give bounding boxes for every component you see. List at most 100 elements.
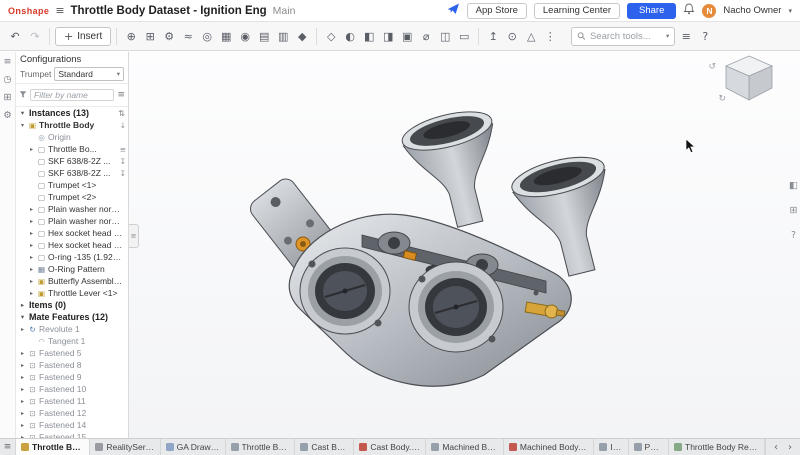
search-caret-icon[interactable]: ▾ bbox=[666, 32, 669, 40]
document-tab[interactable]: Machined Body.pdf bbox=[504, 439, 594, 455]
expand-icon[interactable]: ▸ bbox=[28, 242, 35, 249]
linear-pattern-icon[interactable]: ▦ bbox=[217, 27, 235, 45]
panel-collapse-handle[interactable]: ≡ bbox=[129, 224, 139, 248]
right-dock-expand-icon[interactable]: ◧ bbox=[789, 180, 798, 191]
instance-row[interactable]: ◎ Origin bbox=[16, 131, 128, 143]
mate-feature-row[interactable]: ▸ ⊡ Fastened 8 bbox=[16, 359, 128, 371]
expand-icon[interactable]: ▸ bbox=[19, 326, 26, 333]
viewport-3d[interactable]: ↺ ↻ ≡ ◧ ⊞? bbox=[129, 52, 800, 438]
instance-row[interactable]: ▸ ▦ O-Ring Pattern bbox=[16, 263, 128, 275]
notifications-bell-icon[interactable] bbox=[683, 2, 695, 20]
interference-icon[interactable]: ◫ bbox=[436, 27, 454, 45]
expand-icon[interactable]: ▸ bbox=[19, 410, 26, 417]
document-tab[interactable]: Throttle Body bbox=[16, 439, 90, 455]
share-button[interactable]: Share bbox=[627, 3, 676, 19]
document-tab[interactable]: Parts bbox=[629, 439, 669, 455]
rotate-right-icon[interactable]: ↻ bbox=[718, 94, 726, 104]
instance-row[interactable]: ▢ Trumpet <2> bbox=[16, 191, 128, 203]
user-avatar[interactable]: N bbox=[702, 4, 716, 18]
help-icon[interactable]: ? bbox=[696, 27, 714, 45]
throttle-body-model[interactable] bbox=[244, 97, 684, 437]
user-name[interactable]: Nacho Owner bbox=[723, 5, 781, 16]
sheet-metal-icon[interactable]: ▭ bbox=[455, 27, 473, 45]
instance-suffix-icon[interactable]: ↧ bbox=[120, 157, 128, 166]
expand-icon[interactable]: ▸ bbox=[19, 350, 26, 357]
instance-row[interactable]: ▸ ▢ Plain washer normal g... bbox=[16, 215, 128, 227]
mate-feature-row[interactable]: ◠ Tangent 1 bbox=[16, 335, 128, 347]
redo-icon[interactable]: ↷ bbox=[26, 27, 44, 45]
onshape-logo[interactable]: Onshape bbox=[8, 6, 49, 16]
instance-row[interactable]: ▸ ▢ Plain washer normal g... bbox=[16, 203, 128, 215]
mate-feature-row[interactable]: ▸ ⊡ Fastened 12 bbox=[16, 407, 128, 419]
bom-icon[interactable]: ▣ bbox=[398, 27, 416, 45]
instance-row[interactable]: ▢ Trumpet <1> bbox=[16, 179, 128, 191]
mate-feature-row[interactable]: ▸ ⊡ Fastened 5 bbox=[16, 347, 128, 359]
document-tab[interactable]: Cast Body bbox=[295, 439, 354, 455]
document-tab[interactable]: Throttle Body bbox=[226, 439, 296, 455]
history-panel-icon[interactable]: ◷ bbox=[3, 74, 11, 85]
instances-header[interactable]: ▾ Instances (13) ⇅ bbox=[16, 107, 128, 119]
instance-suffix-icon[interactable]: ≡ bbox=[120, 145, 128, 154]
expand-icon[interactable]: ▸ bbox=[19, 386, 26, 393]
instance-row[interactable]: ▸ ▢ O-ring -135 (1.925 x C... bbox=[16, 251, 128, 263]
paper-plane-icon[interactable] bbox=[447, 2, 460, 20]
circular-pattern-icon[interactable]: ◉ bbox=[236, 27, 254, 45]
mate-icon[interactable]: ⊕ bbox=[122, 27, 140, 45]
more-tools-icon[interactable]: ⋮ bbox=[541, 27, 559, 45]
expand-icon[interactable]: ▸ bbox=[19, 422, 26, 429]
branch-name[interactable]: Main bbox=[273, 5, 296, 17]
settings-panel-icon[interactable]: ⚙ bbox=[3, 110, 12, 121]
mate-feature-row[interactable]: ▸ ⊡ Fastened 14 bbox=[16, 419, 128, 431]
instance-row[interactable]: ▸ ▣ Throttle Lever <1> bbox=[16, 287, 128, 299]
mate-feature-row[interactable]: ▸ ⊡ Fastened 10 bbox=[16, 383, 128, 395]
expand-icon[interactable]: ▸ bbox=[28, 218, 35, 225]
panels-icon[interactable]: ⊞ bbox=[4, 92, 12, 103]
section-view-icon[interactable]: ◧ bbox=[360, 27, 378, 45]
expand-icon[interactable]: ▸ bbox=[28, 206, 35, 213]
expand-icon[interactable]: ▸ bbox=[28, 146, 35, 153]
pattern-icon[interactable]: ▤ bbox=[255, 27, 273, 45]
expand-icon[interactable]: ▸ bbox=[19, 398, 26, 405]
learning-center-button[interactable]: Learning Center bbox=[534, 3, 620, 19]
expand-icon[interactable]: ▾ bbox=[19, 122, 26, 129]
export-icon[interactable]: ↥ bbox=[484, 27, 502, 45]
instance-row[interactable]: ▸ ▢ Throttle Bo... ≡ bbox=[16, 143, 128, 155]
instance-suffix-icon[interactable]: ↓ bbox=[120, 121, 128, 130]
snap-mode-icon[interactable]: ≈ bbox=[179, 27, 197, 45]
right-dock-table-icon[interactable]: ⊞ bbox=[790, 205, 798, 216]
filter-list-icon[interactable]: ≡ bbox=[117, 90, 125, 100]
measure-icon[interactable]: ⌀ bbox=[417, 27, 435, 45]
analysis-icon[interactable]: △ bbox=[522, 27, 540, 45]
instance-row[interactable]: ▸ ▢ Hex socket head cap s... bbox=[16, 239, 128, 251]
tabs-scroll-right-icon[interactable]: › bbox=[784, 442, 796, 453]
document-tab[interactable]: Machined Body bbox=[426, 439, 504, 455]
mate-feature-row[interactable]: ▸ ↻ Revolute 1 bbox=[16, 323, 128, 335]
document-menu-icon[interactable]: ≡ bbox=[4, 56, 12, 67]
tabs-scroll-left-icon[interactable]: ‹ bbox=[770, 442, 782, 453]
document-tab[interactable]: ITB bbox=[594, 439, 628, 455]
undo-icon[interactable]: ↶ bbox=[6, 27, 24, 45]
mate-connector-icon[interactable]: ◎ bbox=[198, 27, 216, 45]
mate-features-header[interactable]: ▾ Mate Features (12) bbox=[16, 311, 128, 323]
mate-feature-row[interactable]: ▸ ⊡ Fastened 15 bbox=[16, 431, 128, 438]
expand-icon[interactable]: ▸ bbox=[19, 374, 26, 381]
comment-icon[interactable]: ⊙ bbox=[503, 27, 521, 45]
user-menu-caret-icon[interactable]: ▾ bbox=[788, 7, 792, 15]
instance-row[interactable]: ▢ SKF 638/8-2Z ... ↧ bbox=[16, 167, 128, 179]
expand-icon[interactable]: ▸ bbox=[28, 290, 35, 297]
document-tab[interactable]: Throttle Body Renderin... bbox=[669, 439, 765, 455]
tab-manager-icon[interactable]: ≡ bbox=[0, 439, 16, 455]
config-param-select[interactable]: Standard ▾ bbox=[54, 67, 124, 81]
main-menu-icon[interactable]: ≡ bbox=[55, 4, 64, 17]
filter-input[interactable] bbox=[30, 89, 114, 101]
rotate-left-icon[interactable]: ↺ bbox=[708, 62, 716, 72]
named-positions-icon[interactable]: ◇ bbox=[322, 27, 340, 45]
right-dock-help-icon[interactable]: ? bbox=[791, 230, 796, 241]
sort-icon[interactable]: ⇅ bbox=[118, 109, 125, 118]
display-states-icon[interactable]: ◐ bbox=[341, 27, 359, 45]
expand-icon[interactable]: ▸ bbox=[28, 266, 35, 273]
document-tab[interactable]: RealityServer bbox=[90, 439, 160, 455]
instance-row[interactable]: ▸ ▢ Hex socket head cap s... bbox=[16, 227, 128, 239]
appearance-icon[interactable]: ◨ bbox=[379, 27, 397, 45]
app-store-button[interactable]: App Store bbox=[467, 3, 527, 19]
